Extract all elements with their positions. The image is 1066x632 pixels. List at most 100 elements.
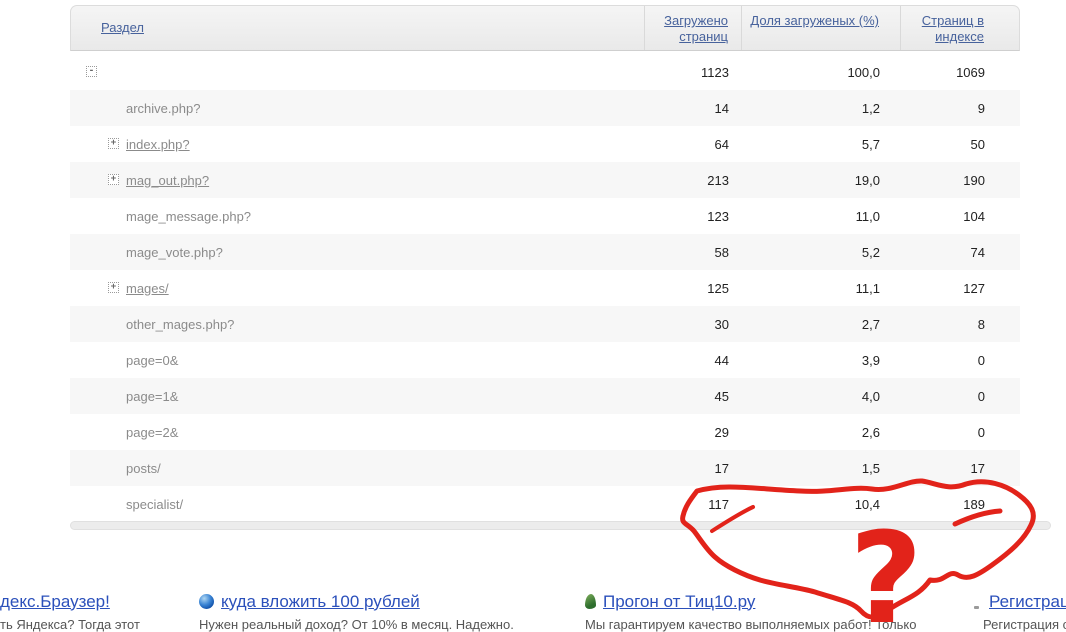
cell-indexed: 190: [963, 172, 985, 188]
cell-share: 4,0: [861, 388, 880, 404]
ad-invest-description: Нужен реальный доход? От 10% в месяц. На…: [199, 617, 514, 632]
globe-icon: [199, 594, 214, 609]
cell-indexed: 104: [963, 208, 985, 224]
cell-indexed: 0: [977, 388, 985, 404]
column-header-section: Раздел: [71, 6, 644, 50]
ad-yandex-browser-link[interactable]: декс.Браузер!: [0, 592, 110, 612]
table-footer-bar: [70, 521, 1051, 530]
cell-section: page=0&: [70, 353, 645, 368]
cell-share: 5,2: [861, 244, 880, 260]
cell-section: specialist/: [70, 497, 645, 512]
cell-share: 11,0: [855, 208, 880, 224]
expand-icon[interactable]: +: [108, 138, 119, 149]
cell-section: posts/: [70, 461, 645, 476]
table-row: specialist/117 10,4 189: [70, 486, 1020, 522]
expand-icon[interactable]: +: [108, 282, 119, 293]
cell-section: mage_vote.php?: [70, 245, 645, 260]
ad-registration-description: Регистрация сай: [983, 617, 1066, 632]
section-label: other_mages.php?: [126, 316, 235, 332]
ad-yandex-browser-description: ть Яндекса? Тогда этот: [0, 617, 140, 632]
table-row: + mag_out.php? 213 19,0 190: [70, 162, 1020, 198]
cell-share: 19,0: [854, 172, 880, 188]
cell-share: 3,9: [861, 352, 880, 368]
cell-loaded: 125: [707, 280, 729, 296]
cell-indexed: 0: [977, 424, 985, 440]
ad-tic10-link[interactable]: Прогон от Тиц10.ру: [603, 592, 755, 612]
cell-loaded: 14: [714, 100, 729, 116]
section-label: page=2&: [126, 424, 179, 440]
cell-loaded: 58: [714, 244, 729, 260]
cell-loaded: 44: [714, 352, 729, 368]
section-label: specialist/: [126, 496, 184, 512]
cell-loaded: 213: [707, 172, 729, 188]
cell-indexed: 189: [963, 496, 985, 512]
column-header-loaded: Загружено страниц: [644, 6, 741, 50]
section-link[interactable]: mag_out.php?: [126, 173, 209, 188]
ad-tic10: Прогон от Тиц10.ру Мы гарантируем качест…: [585, 592, 917, 632]
cell-section: page=2&: [70, 425, 645, 440]
table-row: page=1& 45 4,0 0: [70, 378, 1020, 414]
section-label: posts/: [126, 460, 161, 476]
column-header-section-link[interactable]: Раздел: [101, 20, 144, 35]
cell-loaded: 17: [714, 460, 729, 476]
cell-loaded: 45: [714, 388, 729, 404]
cell-indexed: 0: [977, 352, 985, 368]
cell-share: 11,1: [855, 280, 880, 296]
section-label: archive.php?: [126, 100, 201, 116]
table-row: + index.php? 64 5,7 50: [70, 126, 1020, 162]
column-header-indexed-link[interactable]: Страниц в индексе: [922, 13, 984, 44]
cell-share: 1,2: [861, 100, 880, 116]
ad-yandex-browser: декс.Браузер! ть Яндекса? Тогда этот: [0, 592, 140, 632]
section-label: page=1&: [126, 388, 179, 404]
table-row: other_mages.php? 30 2,7 8: [70, 306, 1020, 342]
column-header-loaded-link[interactable]: Загружено страниц: [664, 13, 728, 44]
cell-indexed: 74: [970, 244, 985, 260]
table-row: mage_message.php? 123 11,0 104: [70, 198, 1020, 234]
cell-section: + mages/: [70, 281, 645, 296]
cell-indexed: 127: [963, 280, 985, 296]
section-link[interactable]: mages/: [126, 281, 169, 296]
section-link[interactable]: index.php?: [126, 137, 190, 152]
section-label: mage_message.php?: [126, 208, 252, 224]
section-label: mage_vote.php?: [126, 244, 223, 260]
cell-share: 10,4: [854, 496, 880, 512]
cell-section: + mag_out.php?: [70, 173, 645, 188]
table-row: + mages/125 11,1 127: [70, 270, 1020, 306]
table-header: Раздел Загружено страниц Доля загруженых…: [70, 5, 1020, 51]
cell-section: archive.php?: [70, 101, 645, 116]
cell-loaded: 123: [707, 208, 729, 224]
cell-share: 100,0: [847, 64, 880, 80]
ad-registration-link[interactable]: Регистрац: [989, 592, 1066, 612]
cell-section: + index.php?: [70, 137, 645, 152]
collapse-icon[interactable]: -: [86, 66, 97, 77]
cell-loaded: 117: [708, 496, 729, 512]
leaf-icon: [585, 594, 596, 609]
cell-share: 1,5: [861, 460, 880, 476]
table-row: - 1123 100,0 1069: [70, 54, 1020, 90]
lightbulb-icon: [970, 594, 982, 609]
table-row: archive.php? 14 1,2 9: [70, 90, 1020, 126]
cell-share: 2,6: [861, 424, 880, 440]
table-body: - 1123 100,0 1069 archive.php? 14 1,2 9 + index.p…: [70, 54, 1020, 522]
column-header-share-link[interactable]: Доля загруженых (%): [750, 13, 879, 28]
site-structure-table: Раздел Загружено страниц Доля загруженых…: [70, 5, 1020, 522]
cell-loaded: 1123: [701, 64, 729, 80]
cell-indexed: 1069: [956, 64, 985, 80]
cell-share: 2,7: [861, 316, 880, 332]
cell-section: mage_message.php?: [70, 209, 645, 224]
cell-share: 5,7: [861, 136, 880, 152]
column-header-share: Доля загруженых (%): [741, 6, 900, 50]
cell-loaded: 64: [714, 136, 729, 152]
table-row: posts/17 1,5 17: [70, 450, 1020, 486]
ad-invest-link[interactable]: куда вложить 100 рублей: [221, 592, 420, 612]
cell-indexed: 9: [977, 100, 985, 116]
column-header-indexed: Страниц в индексе: [900, 6, 1019, 50]
cell-loaded: 29: [714, 424, 729, 440]
table-row: page=2& 29 2,6 0: [70, 414, 1020, 450]
table-row: mage_vote.php? 58 5,2 74: [70, 234, 1020, 270]
cell-section: other_mages.php?: [70, 317, 645, 332]
section-label: page=0&: [126, 352, 179, 368]
expand-icon[interactable]: +: [108, 174, 119, 185]
cell-indexed: 8: [977, 316, 985, 332]
cell-loaded: 30: [714, 316, 729, 332]
